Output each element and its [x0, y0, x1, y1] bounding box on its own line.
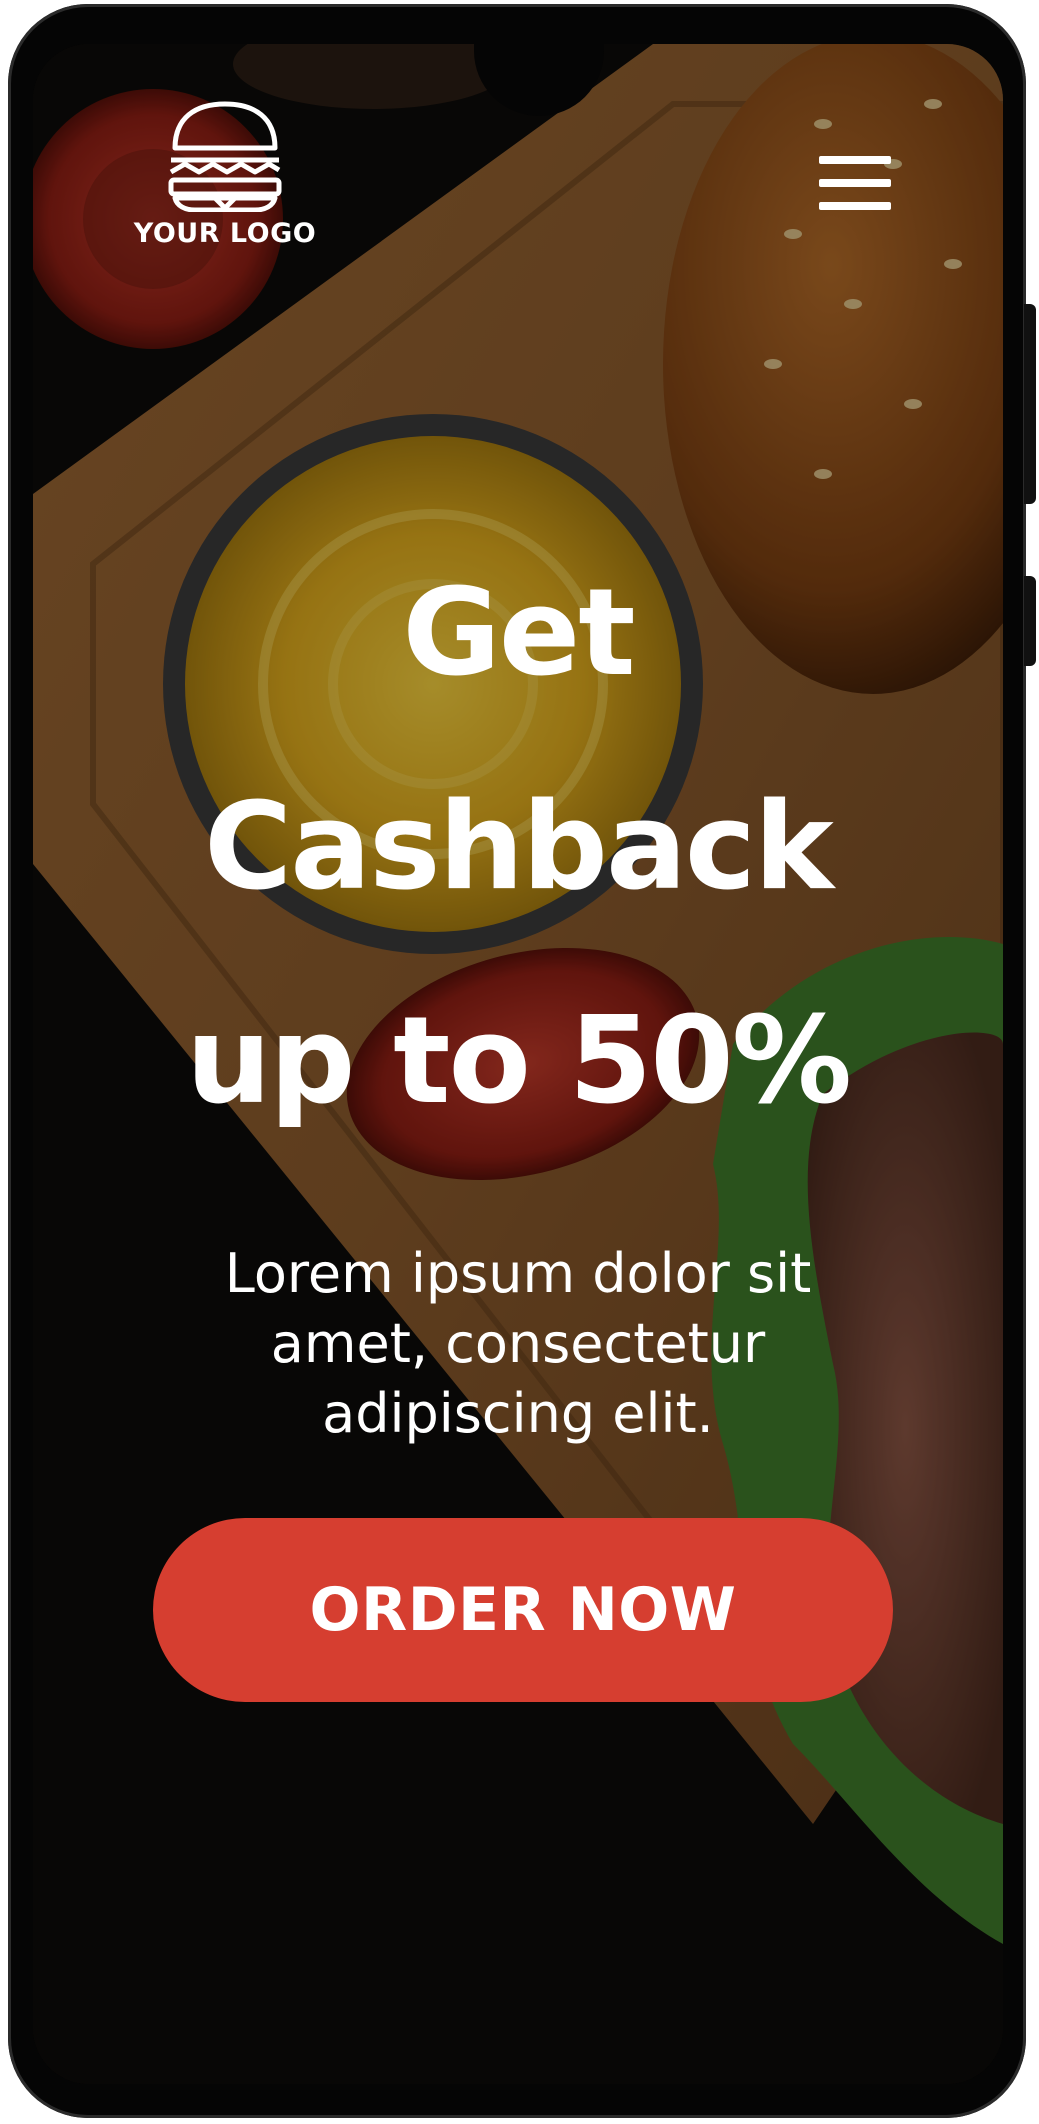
headline-line-3: up to 50% — [186, 992, 852, 1131]
menu-bar-top — [819, 156, 891, 164]
hero-description: Lorem ipsum dolor sit amet, consectetur … — [163, 1239, 873, 1449]
burger-icon — [168, 101, 282, 212]
app-screen: YOUR LOGO Get Cashback up to 50% Lorem i… — [33, 44, 1003, 2084]
description-line-3: adipiscing elit. — [322, 1382, 714, 1445]
power-button — [1024, 304, 1036, 504]
menu-bar-middle — [819, 179, 891, 187]
headline-line-1: Get — [402, 564, 635, 703]
volume-button — [1024, 576, 1036, 666]
description-line-2: amet, consectetur — [270, 1312, 766, 1375]
brand-logo[interactable]: YOUR LOGO — [125, 100, 325, 310]
menu-button[interactable] — [815, 148, 895, 218]
headline-line-2: Cashback — [204, 778, 834, 917]
order-now-button[interactable]: ORDER NOW — [153, 1518, 893, 1702]
logo-text: YOUR LOGO — [133, 218, 317, 249]
description-line-1: Lorem ipsum dolor sit — [224, 1242, 812, 1305]
menu-bar-bottom — [819, 202, 891, 210]
